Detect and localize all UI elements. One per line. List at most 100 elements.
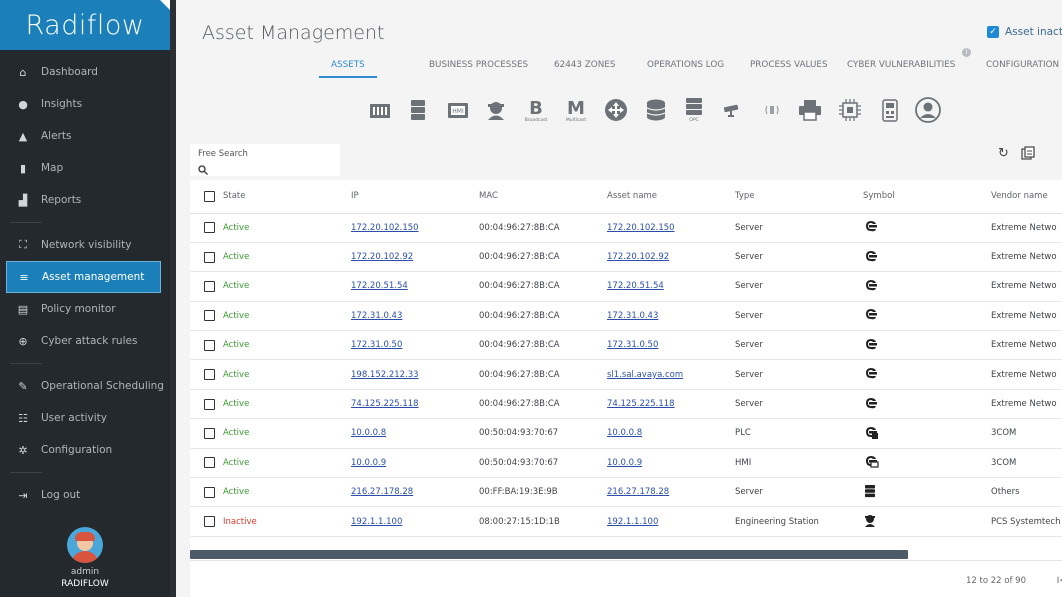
table-row[interactable]: Active 216.27.178.28 00:FF:BA:19:3E:9B 216.… (190, 477, 1062, 508)
col-ip[interactable]: IP (351, 180, 479, 214)
broadcast-icon[interactable]: B Broadcast (522, 96, 550, 124)
asset-name-link[interactable]: 172.31.0.43 (607, 311, 658, 321)
tab-business-processes[interactable]: BUSINESS PROCESSES (429, 54, 528, 78)
sidebar-item-cyber-attack-rules[interactable]: ⊕ Cyber attack rules (0, 325, 170, 357)
tab-assets[interactable]: ASSETS (319, 54, 377, 78)
ip-link[interactable]: 198.152.212.33 (351, 370, 419, 380)
row-select-cell[interactable] (190, 271, 223, 302)
asset-name-link[interactable]: 192.1.1.100 (607, 517, 658, 527)
horizontal-scrollbar[interactable] (190, 550, 908, 559)
col-symbol[interactable]: Symbol (863, 180, 991, 214)
ip-link[interactable]: 172.31.0.43 (351, 311, 402, 321)
row-select-cell[interactable] (190, 301, 223, 332)
tab-configuration[interactable]: CONFIGURATION (986, 54, 1059, 78)
export-icon[interactable] (1021, 146, 1035, 164)
asset-name-link[interactable]: 10.0.0.9 (607, 458, 642, 468)
asset-name-link[interactable]: 10.0.0.8 (607, 428, 642, 438)
row-checkbox[interactable] (204, 251, 215, 263)
asset-inactive-toggle[interactable]: ✓ Asset inacti (987, 26, 1062, 38)
tab-process-values[interactable]: PROCESS VALUES (750, 54, 828, 78)
asset-name-link[interactable]: 172.20.102.150 (607, 223, 675, 233)
row-checkbox[interactable] (204, 222, 215, 234)
sidebar-item-insights[interactable]: ● Insights (0, 88, 170, 120)
ied-icon[interactable] (876, 96, 904, 124)
camera-icon[interactable] (718, 96, 746, 124)
asset-name-link[interactable]: 74.125.225.118 (607, 399, 675, 409)
asset-name-link[interactable]: 172.20.51.54 (607, 281, 664, 291)
sidebar-item-network-visibility[interactable]: ⛶ Network visibility (0, 229, 170, 261)
user-profile[interactable]: admin RADIFLOW (0, 527, 170, 597)
sidebar-item-operational-scheduling[interactable]: ✎ Operational Scheduling (0, 370, 170, 402)
sidebar-item-reports[interactable]: ▟ Reports (0, 184, 170, 216)
ip-link[interactable]: 10.0.0.9 (351, 458, 386, 468)
tab-cyber-vulnerabilities[interactable]: CYBER VULNERABILITIES (847, 54, 955, 78)
asset-name-link[interactable]: sl1.sal.avaya.com (607, 370, 683, 380)
tab-62443-zones[interactable]: 62443 ZONES (554, 54, 615, 78)
row-checkbox[interactable] (204, 457, 215, 469)
row-select-cell[interactable] (190, 330, 223, 361)
sidebar-item-policy-monitor[interactable]: ▤ Policy monitor (0, 293, 170, 325)
table-row[interactable]: Active 172.20.102.92 00:04:96:27:8B:CA 172.… (190, 242, 1062, 273)
row-select-cell[interactable] (190, 359, 223, 390)
col-vendor-name[interactable]: Vendor name (991, 180, 1062, 214)
asset-name-link[interactable]: 216.27.178.28 (607, 487, 669, 497)
search-input[interactable] (212, 164, 332, 175)
select-all-cell[interactable] (190, 180, 223, 214)
row-select-cell[interactable] (190, 448, 223, 479)
row-checkbox[interactable] (204, 516, 215, 528)
checkbox-checked-icon[interactable]: ✓ (987, 26, 999, 38)
row-checkbox[interactable] (204, 398, 215, 410)
row-select-cell[interactable] (190, 213, 223, 243)
ip-link[interactable]: 192.1.1.100 (351, 517, 402, 527)
table-row[interactable]: Active 172.20.102.150 00:04:96:27:8B:CA 172… (190, 213, 1062, 243)
col-state[interactable]: State (223, 180, 351, 214)
rack-icon[interactable] (366, 96, 394, 124)
ip-link[interactable]: 172.20.102.150 (351, 223, 419, 233)
sidebar-item-map[interactable]: ▮ Map (0, 152, 170, 184)
cpu-icon[interactable] (836, 96, 864, 124)
row-checkbox[interactable] (204, 427, 215, 439)
asset-name-link[interactable]: 172.31.0.50 (607, 340, 658, 350)
col-mac[interactable]: MAC (479, 180, 607, 214)
asset-name-link[interactable]: 172.20.102.92 (607, 252, 669, 262)
row-checkbox[interactable] (204, 339, 215, 351)
ip-link[interactable]: 172.20.51.54 (351, 281, 408, 291)
row-select-cell[interactable] (190, 506, 223, 537)
ip-link[interactable]: 172.31.0.50 (351, 340, 402, 350)
engineer-icon[interactable] (482, 96, 510, 124)
table-row[interactable]: Active 10.0.0.8 00:50:04:93:70:67 10.0.0.8 P… (190, 418, 1062, 449)
col-type[interactable]: Type (735, 180, 863, 214)
ip-link[interactable]: 74.125.225.118 (351, 399, 419, 409)
avatar[interactable] (67, 527, 103, 563)
wireless-icon[interactable] (758, 96, 786, 124)
table-row[interactable]: Active 172.31.0.50 00:04:96:27:8B:CA 172.31… (190, 330, 1062, 361)
first-page-button[interactable]: I< (1057, 576, 1062, 586)
printer-icon[interactable] (796, 96, 824, 124)
refresh-icon[interactable]: ↻ (998, 146, 1009, 164)
switch-icon[interactable] (602, 96, 630, 124)
table-row[interactable]: Inactive 192.1.1.100 08:00:27:15:1D:1B 192.… (190, 506, 1062, 537)
table-row[interactable]: Active 10.0.0.9 00:50:04:93:70:67 10.0.0.9 H… (190, 448, 1062, 479)
ip-link[interactable]: 10.0.0.8 (351, 428, 386, 438)
ip-link[interactable]: 172.20.102.92 (351, 252, 413, 262)
select-all-checkbox[interactable] (204, 190, 215, 202)
row-select-cell[interactable] (190, 418, 223, 449)
sidebar-item-alerts[interactable]: ▲ Alerts (0, 120, 170, 152)
table-row[interactable]: Active 172.20.51.54 00:04:96:27:8B:CA 172.2… (190, 271, 1062, 302)
server-icon[interactable] (404, 96, 432, 124)
row-checkbox[interactable] (204, 369, 215, 381)
multicast-icon[interactable]: M Multicast (562, 96, 590, 124)
row-select-cell[interactable] (190, 242, 223, 273)
table-row[interactable]: Active 198.152.212.33 00:04:96:27:8B:CA sl1… (190, 359, 1062, 390)
ip-link[interactable]: 216.27.178.28 (351, 487, 413, 497)
hmi-icon[interactable]: HMI (444, 96, 472, 124)
row-checkbox[interactable] (204, 486, 215, 498)
row-select-cell[interactable] (190, 477, 223, 508)
user-icon[interactable] (914, 96, 942, 124)
sidebar-item-asset-management[interactable]: ≡ Asset management (6, 261, 161, 293)
row-checkbox[interactable] (204, 310, 215, 322)
opc-icon[interactable]: OPC (680, 96, 708, 124)
table-row[interactable]: Active 74.125.225.118 00:04:96:27:8B:CA 74.… (190, 389, 1062, 420)
database-icon[interactable] (642, 96, 670, 124)
sidebar-item-configuration[interactable]: ✲ Configuration (0, 434, 170, 466)
